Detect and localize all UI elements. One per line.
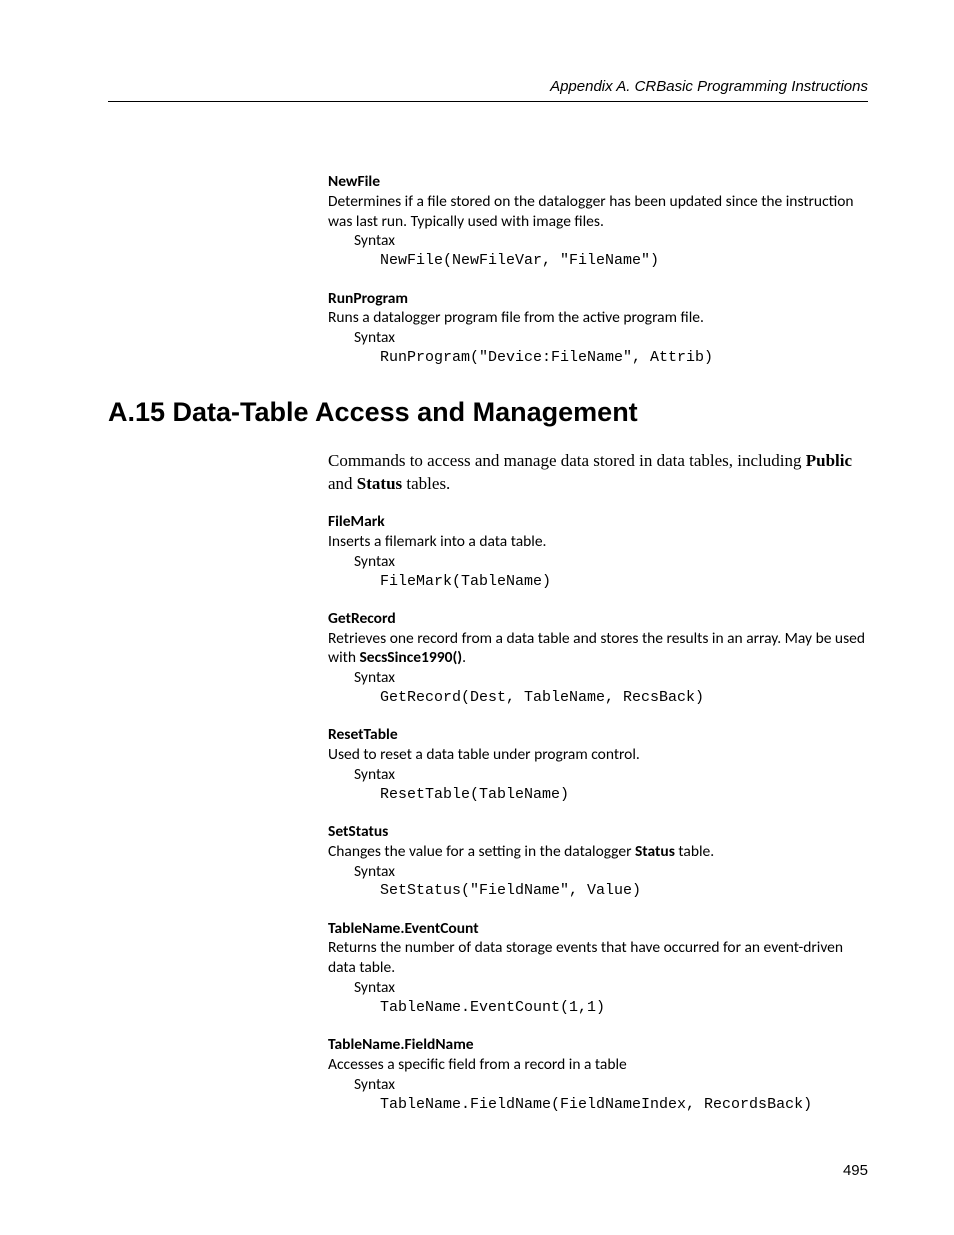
entry-desc: Accesses a specific field from a record … — [328, 1055, 868, 1075]
syntax-block: Syntax NewFile(NewFileVar, "FileName") — [354, 231, 868, 270]
intro-text: tables. — [402, 474, 450, 493]
syntax-code: SetStatus("FieldName", Value) — [380, 881, 868, 900]
syntax-label: Syntax — [354, 862, 868, 882]
syntax-label: Syntax — [354, 765, 868, 785]
entry-desc: Used to reset a data table under program… — [328, 745, 868, 765]
desc-text: . — [462, 648, 466, 667]
page-number: 495 — [843, 1162, 868, 1179]
entry-newfile: NewFile Determines if a file stored on t… — [328, 172, 868, 271]
entry-desc: Inserts a filemark into a data table. — [328, 532, 868, 552]
entry-title: TableName.EventCount — [328, 919, 868, 939]
entry-title: GetRecord — [328, 609, 868, 629]
entry-desc: Runs a datalogger program file from the … — [328, 308, 868, 328]
syntax-block: Syntax RunProgram("Device:FileName", Att… — [354, 328, 868, 367]
syntax-label: Syntax — [354, 1075, 868, 1095]
intro-text: Commands to access and manage data store… — [328, 451, 806, 470]
section-intro: Commands to access and manage data store… — [328, 450, 868, 496]
desc-text: Changes the value for a setting in the d… — [328, 842, 635, 861]
entry-title: RunProgram — [328, 289, 868, 309]
syntax-code: TableName.EventCount(1,1) — [380, 998, 868, 1017]
entry-filemark: FileMark Inserts a filemark into a data … — [328, 512, 868, 591]
syntax-block: Syntax GetRecord(Dest, TableName, RecsBa… — [354, 668, 868, 707]
syntax-label: Syntax — [354, 552, 868, 572]
section-heading: A.15 Data-Table Access and Management — [108, 397, 868, 428]
desc-text: table. — [675, 842, 714, 861]
entry-eventcount: TableName.EventCount Returns the number … — [328, 919, 868, 1018]
entry-title: TableName.FieldName — [328, 1035, 868, 1055]
entry-desc: Changes the value for a setting in the d… — [328, 842, 868, 862]
entry-runprogram: RunProgram Runs a datalogger program fil… — [328, 289, 868, 368]
running-head: Appendix A. CRBasic Programming Instruct… — [108, 78, 868, 102]
desc-bold: Status — [635, 842, 675, 861]
syntax-label: Syntax — [354, 231, 868, 251]
entry-resettable: ResetTable Used to reset a data table un… — [328, 725, 868, 804]
entry-desc: Determines if a file stored on the datal… — [328, 192, 868, 232]
syntax-code: GetRecord(Dest, TableName, RecsBack) — [380, 688, 868, 707]
intro-bold-public: Public — [806, 451, 852, 470]
syntax-block: Syntax SetStatus("FieldName", Value) — [354, 862, 868, 901]
intro-bold-status: Status — [357, 474, 402, 493]
entry-title: FileMark — [328, 512, 868, 532]
entry-getrecord: GetRecord Retrieves one record from a da… — [328, 609, 868, 708]
entry-setstatus: SetStatus Changes the value for a settin… — [328, 822, 868, 901]
desc-bold: SecsSince1990() — [359, 648, 462, 667]
syntax-block: Syntax FileMark(TableName) — [354, 552, 868, 591]
syntax-code: RunProgram("Device:FileName", Attrib) — [380, 348, 868, 367]
intro-text: and — [328, 474, 357, 493]
content-column: Commands to access and manage data store… — [328, 450, 868, 1114]
content-column: NewFile Determines if a file stored on t… — [328, 172, 868, 367]
syntax-code: TableName.FieldName(FieldNameIndex, Reco… — [380, 1095, 868, 1114]
syntax-block: Syntax TableName.FieldName(FieldNameInde… — [354, 1075, 868, 1114]
syntax-label: Syntax — [354, 668, 868, 688]
syntax-block: Syntax ResetTable(TableName) — [354, 765, 868, 804]
syntax-code: ResetTable(TableName) — [380, 785, 868, 804]
entry-title: ResetTable — [328, 725, 868, 745]
syntax-label: Syntax — [354, 328, 868, 348]
syntax-label: Syntax — [354, 978, 868, 998]
page: Appendix A. CRBasic Programming Instruct… — [0, 0, 954, 1235]
syntax-block: Syntax TableName.EventCount(1,1) — [354, 978, 868, 1017]
entry-title: NewFile — [328, 172, 868, 192]
syntax-code: FileMark(TableName) — [380, 572, 868, 591]
entry-title: SetStatus — [328, 822, 868, 842]
entry-desc: Returns the number of data storage event… — [328, 938, 868, 978]
syntax-code: NewFile(NewFileVar, "FileName") — [380, 251, 868, 270]
entry-fieldname: TableName.FieldName Accesses a specific … — [328, 1035, 868, 1114]
entry-desc: Retrieves one record from a data table a… — [328, 629, 868, 669]
